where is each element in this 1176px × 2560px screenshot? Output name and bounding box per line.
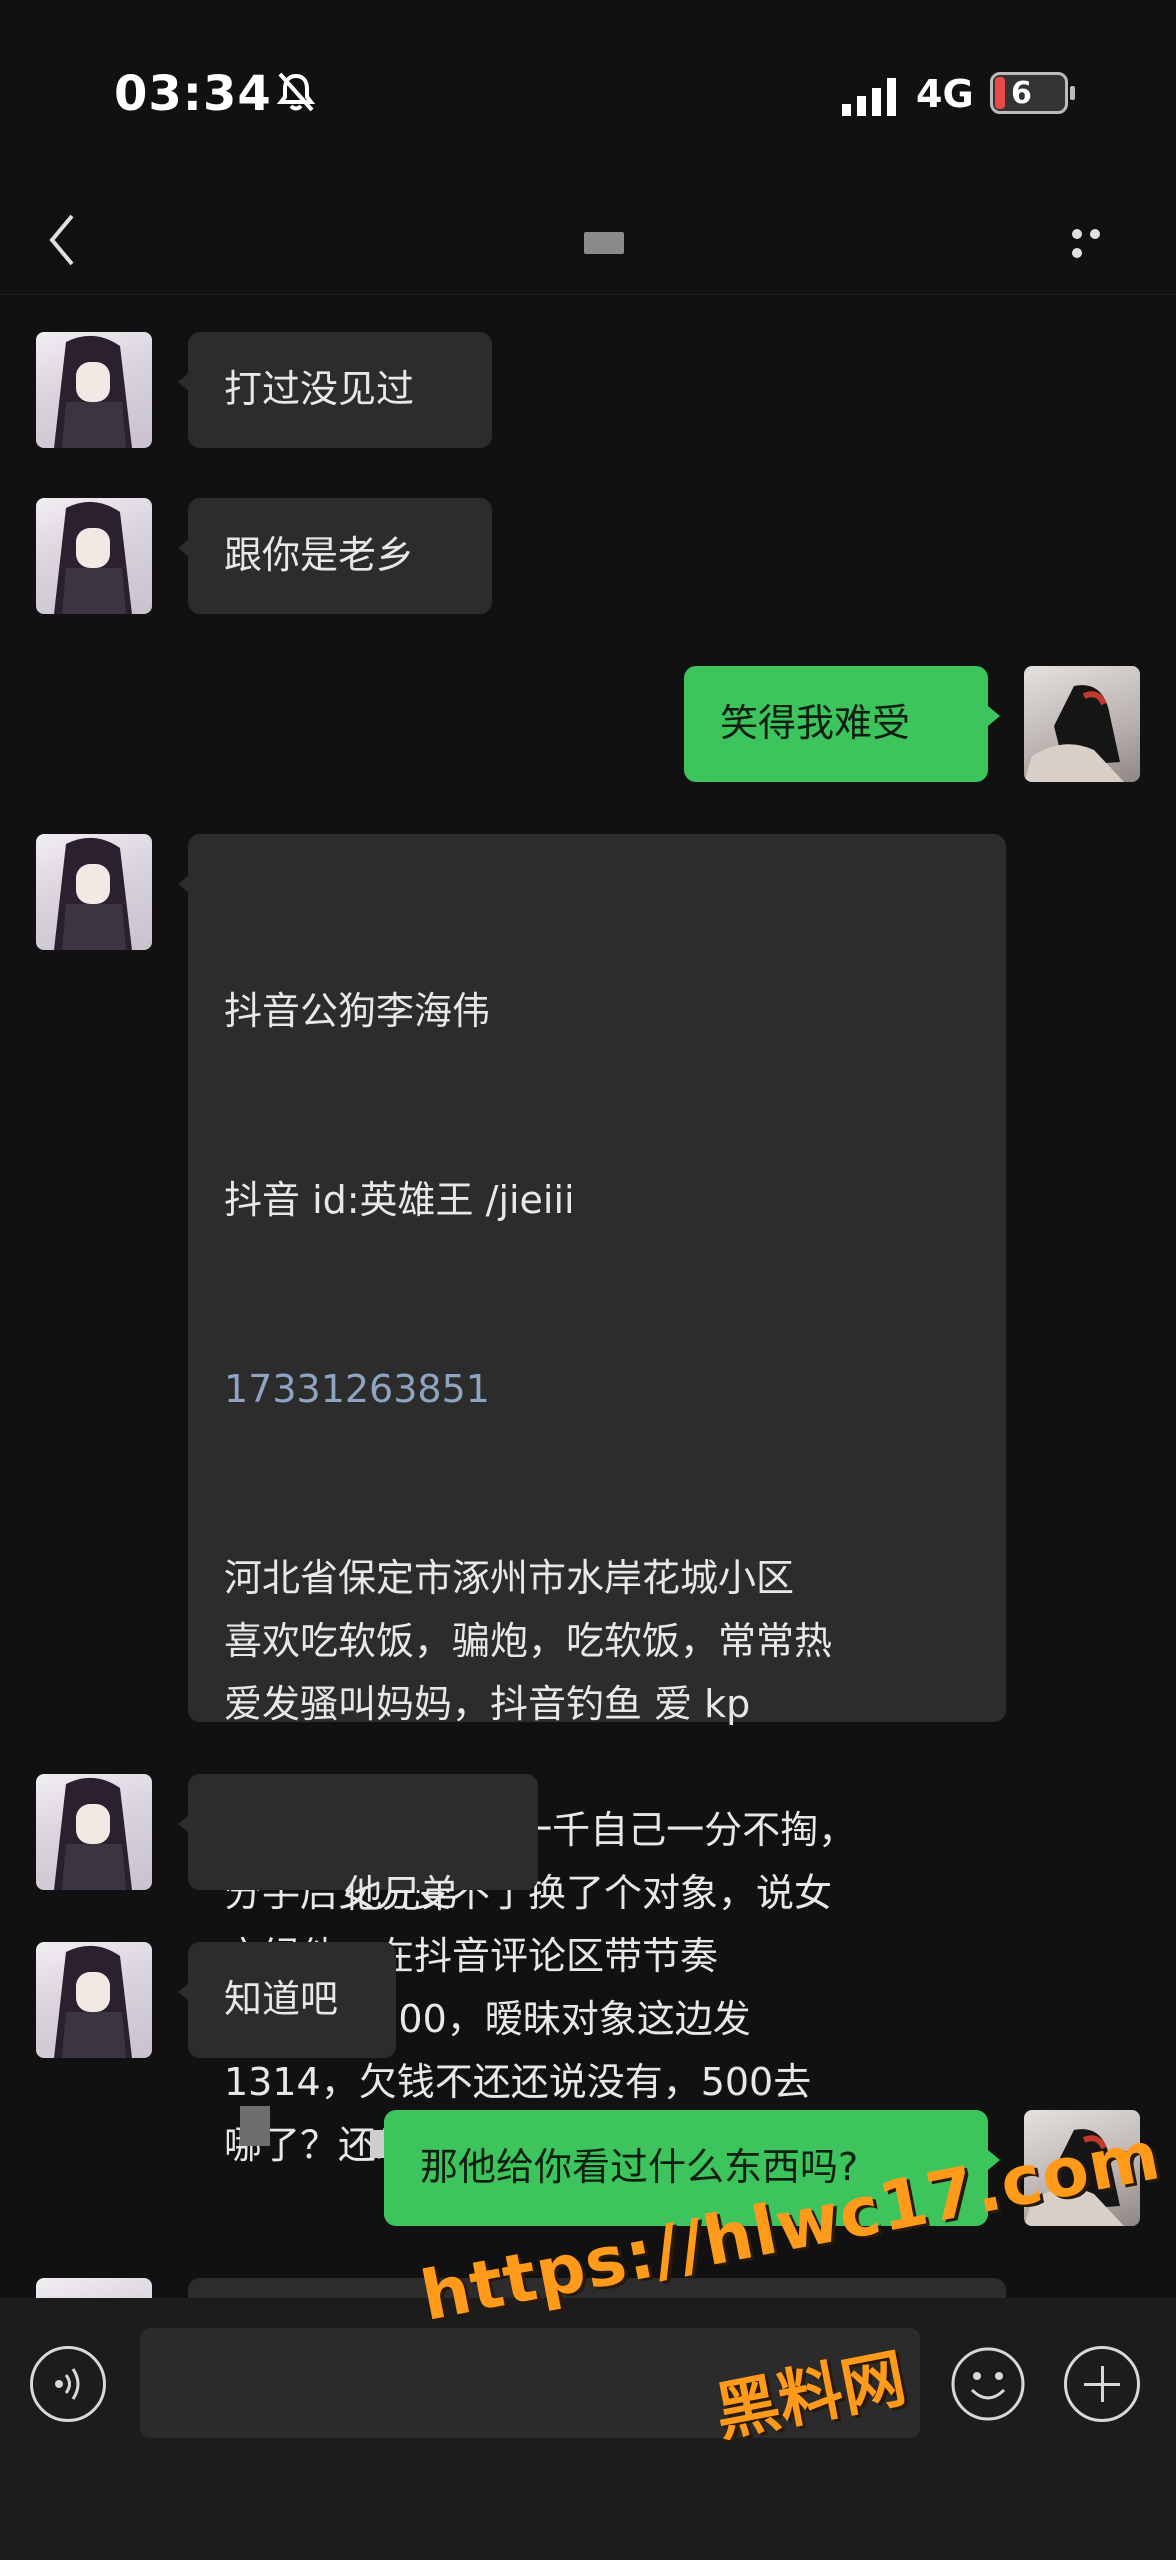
phone-number-link[interactable]: 17331263851	[224, 1358, 970, 1421]
message-list[interactable]: 打过没见过 跟你是老乡 笑得我难受 抖音公狗李海伟 抖音 id:英雄王 /jie…	[0, 300, 1176, 2298]
plus-icon[interactable]	[1064, 2346, 1140, 2422]
user-avatar[interactable]	[1024, 666, 1140, 782]
voice-icon[interactable]	[30, 2346, 106, 2422]
status-bar: 03:34 4G 6	[0, 0, 1176, 190]
message-text: 他兄弟	[344, 1872, 459, 1916]
bell-muted-icon	[276, 72, 316, 112]
chevron-left-icon[interactable]	[44, 208, 84, 272]
contact-avatar[interactable]	[36, 1942, 152, 2058]
battery-icon: 6	[990, 72, 1075, 114]
message-bubble-sent[interactable]: 笑得我难受	[684, 666, 1000, 782]
more-dots-icon[interactable]	[1072, 224, 1124, 258]
message-bubble[interactable]: 打过没见过	[178, 332, 492, 448]
status-time: 03:34	[114, 66, 272, 122]
emoji-icon[interactable]	[950, 2346, 1026, 2422]
contact-avatar[interactable]	[36, 332, 152, 448]
message-line: 抖音公狗李海伟	[224, 989, 491, 1033]
input-bar	[0, 2298, 1176, 2560]
message-bubble[interactable]: 抖音公狗李海伟 抖音 id:英雄王 /jieiii 17331263851 河北…	[178, 834, 1006, 2167]
message-line: 抖音 id:英雄王 /jieiii	[224, 1178, 575, 1222]
redaction-block	[240, 2106, 270, 2146]
message-bubble[interactable]: 知道吧	[178, 1942, 396, 2058]
contact-avatar[interactable]	[36, 498, 152, 614]
network-type: 4G	[916, 72, 974, 116]
contact-avatar[interactable]	[36, 834, 152, 950]
message-bubble[interactable]: 他兄弟	[178, 1774, 538, 1916]
contact-avatar[interactable]	[36, 1774, 152, 1890]
contact-title-redacted	[584, 232, 624, 254]
battery-level: 6	[1011, 76, 1032, 111]
contact-avatar[interactable]	[36, 2278, 152, 2298]
signal-icon	[842, 78, 896, 116]
message-bubble[interactable]: 跟你是老乡	[178, 498, 492, 614]
chat-header	[0, 190, 1176, 295]
